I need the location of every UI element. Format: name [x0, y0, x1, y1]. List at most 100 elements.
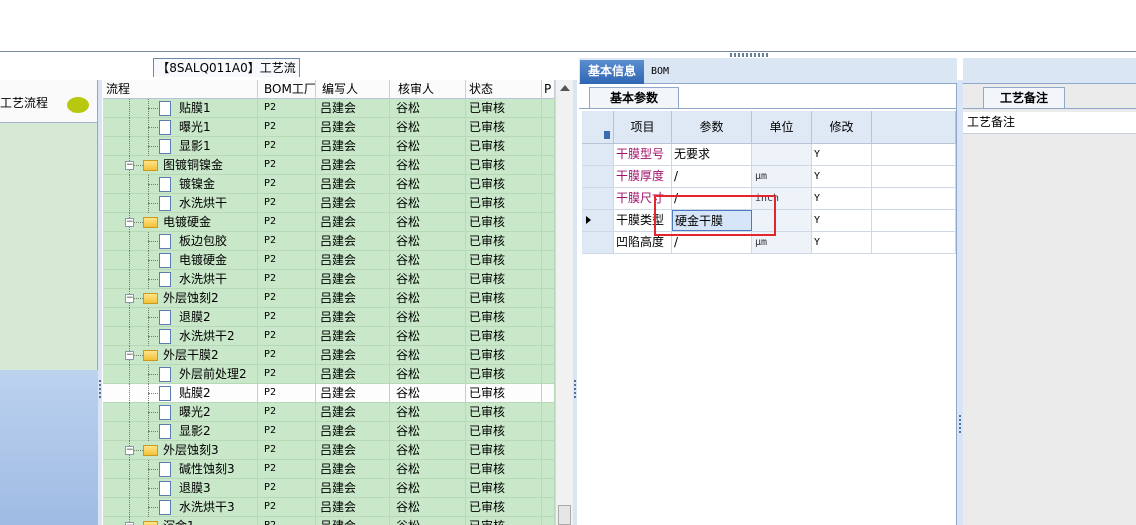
table-row[interactable]: 贴膜1 P2 吕建会 谷松 已审核 — [103, 99, 555, 118]
scroll-thumb[interactable] — [558, 505, 571, 525]
splitter-left[interactable] — [98, 80, 102, 525]
collapse-icon[interactable]: − — [125, 218, 134, 227]
col-header-item[interactable]: 项目 — [614, 111, 672, 143]
table-row[interactable]: 碱性蚀刻3 P2 吕建会 谷松 已审核 — [103, 460, 555, 479]
tree-cell[interactable]: −沉金1 — [103, 517, 258, 525]
tree-cell[interactable]: 曝光1 — [103, 118, 258, 137]
param-item-cell[interactable]: 干膜厚度 — [614, 166, 672, 187]
tree-cell[interactable]: 退膜2 — [103, 308, 258, 327]
tree-guide — [148, 507, 158, 508]
param-unit-cell[interactable]: μm — [752, 166, 812, 187]
tree-cell[interactable]: − 电镀硬金 — [103, 213, 258, 232]
param-modify-cell[interactable]: Y — [812, 232, 872, 253]
tree-cell[interactable]: 碱性蚀刻3 — [103, 460, 258, 479]
table-row[interactable]: − 外层蚀刻2 P2 吕建会 谷松 已审核 — [103, 289, 555, 308]
table-row[interactable]: 显影2 P2 吕建会 谷松 已审核 — [103, 422, 555, 441]
params-corner[interactable] — [582, 111, 614, 143]
reviewer-cell: 谷松 — [390, 194, 466, 213]
tree-cell[interactable]: 曝光2 — [103, 403, 258, 422]
tree-cell[interactable]: − 外层蚀刻2 — [103, 289, 258, 308]
tree-cell[interactable]: 水洗烘干 — [103, 194, 258, 213]
col-header-bom-factory[interactable]: BOM工厂 — [258, 80, 316, 99]
table-row[interactable]: − 外层蚀刻3 P2 吕建会 谷松 已审核 — [103, 441, 555, 460]
tree-cell[interactable]: 镀镍金 — [103, 175, 258, 194]
tree-cell[interactable]: 贴膜2 — [103, 384, 258, 403]
splitter-center[interactable] — [573, 80, 577, 525]
row-header[interactable] — [582, 232, 614, 253]
col-header-reviewer[interactable]: 核审人 — [390, 80, 466, 99]
tree-cell[interactable]: 板边包胶 — [103, 232, 258, 251]
param-modify-cell[interactable]: Y — [812, 210, 872, 231]
tab-basic-info[interactable]: 基本信息 — [580, 60, 644, 84]
table-row[interactable]: 曝光2 P2 吕建会 谷松 已审核 — [103, 403, 555, 422]
tab-process-notes[interactable]: 工艺备注 — [983, 87, 1065, 108]
p-cell — [542, 213, 555, 232]
col-header-author[interactable]: 编写人 — [316, 80, 390, 99]
col-header-p[interactable]: P — [542, 80, 555, 99]
tree-cell[interactable]: − 外层干膜2 — [103, 346, 258, 365]
table-row[interactable]: 电镀硬金 P2 吕建会 谷松 已审核 — [103, 251, 555, 270]
table-row[interactable]: 退膜3 P2 吕建会 谷松 已审核 — [103, 479, 555, 498]
table-row[interactable]: 显影1 P2 吕建会 谷松 已审核 — [103, 137, 555, 156]
tree-cell[interactable]: 水洗烘干2 — [103, 327, 258, 346]
collapse-icon[interactable]: − — [125, 351, 134, 360]
table-row[interactable]: 外层前处理2 P2 吕建会 谷松 已审核 — [103, 365, 555, 384]
tree-cell[interactable]: 显影2 — [103, 422, 258, 441]
comment-bubble-icon[interactable] — [67, 97, 89, 113]
tree-cell[interactable]: 显影1 — [103, 137, 258, 156]
param-value-cell[interactable]: 无要求 — [672, 144, 752, 165]
tree-cell[interactable]: 退膜3 — [103, 479, 258, 498]
p-cell — [542, 403, 555, 422]
table-row[interactable]: −沉金1P2吕建会谷松已审核 — [103, 517, 555, 525]
left-nav-header[interactable]: 工艺流程 — [0, 80, 97, 123]
tree-cell[interactable]: 水洗烘干3 — [103, 498, 258, 517]
process-grid-scrollbar[interactable] — [555, 80, 573, 525]
collapse-icon[interactable]: − — [125, 446, 134, 455]
table-row[interactable]: 退膜2 P2 吕建会 谷松 已审核 — [103, 308, 555, 327]
tree-cell[interactable]: − 图镀铜镍金 — [103, 156, 258, 175]
collapse-icon[interactable]: − — [125, 294, 134, 303]
param-modify-cell[interactable]: Y — [812, 144, 872, 165]
reviewer-cell: 谷松 — [390, 403, 466, 422]
params-row[interactable]: 干膜型号 无要求 Y — [582, 144, 956, 166]
col-header-flow[interactable]: 流程 — [103, 80, 258, 99]
splitter-grip[interactable] — [730, 53, 768, 57]
tree-cell[interactable]: 外层前处理2 — [103, 365, 258, 384]
table-row[interactable]: 贴膜2 P2 吕建会 谷松 已审核 — [103, 384, 555, 403]
row-header[interactable] — [582, 210, 614, 231]
col-header-status[interactable]: 状态 — [466, 80, 542, 99]
table-row[interactable]: 镀镍金 P2 吕建会 谷松 已审核 — [103, 175, 555, 194]
col-header-modify[interactable]: 修改 — [812, 111, 872, 143]
status-cell: 已审核 — [466, 270, 542, 289]
collapse-icon[interactable]: − — [125, 161, 134, 170]
param-modify-cell[interactable]: Y — [812, 166, 872, 187]
row-header[interactable] — [582, 144, 614, 165]
col-header-param[interactable]: 参数 — [672, 111, 752, 143]
params-row[interactable]: 干膜厚度 / μm Y — [582, 166, 956, 188]
document-icon — [159, 500, 171, 515]
row-header[interactable] — [582, 166, 614, 187]
table-row[interactable]: 曝光1 P2 吕建会 谷松 已审核 — [103, 118, 555, 137]
param-value-cell[interactable]: / — [672, 166, 752, 187]
table-row[interactable]: − 图镀铜镍金 P2 吕建会 谷松 已审核 — [103, 156, 555, 175]
table-row[interactable]: 板边包胶 P2 吕建会 谷松 已审核 — [103, 232, 555, 251]
tab-bom[interactable]: BOM — [651, 62, 681, 82]
table-row[interactable]: 水洗烘干3 P2 吕建会 谷松 已审核 — [103, 498, 555, 517]
col-header-unit[interactable]: 单位 — [752, 111, 812, 143]
tree-cell[interactable]: − 外层蚀刻3 — [103, 441, 258, 460]
subtab-divider — [579, 108, 957, 109]
param-item-cell[interactable]: 干膜型号 — [614, 144, 672, 165]
scroll-up-arrow-icon[interactable] — [560, 85, 570, 91]
table-row[interactable]: 水洗烘干 P2 吕建会 谷松 已审核 — [103, 194, 555, 213]
table-row[interactable]: 水洗烘干2 P2 吕建会 谷松 已审核 — [103, 327, 555, 346]
table-row[interactable]: − 电镀硬金 P2 吕建会 谷松 已审核 — [103, 213, 555, 232]
tree-cell[interactable]: 电镀硬金 — [103, 251, 258, 270]
tree-cell[interactable]: 水洗烘干 — [103, 270, 258, 289]
param-unit-cell[interactable] — [752, 144, 812, 165]
tree-cell[interactable]: 贴膜1 — [103, 99, 258, 118]
row-header[interactable] — [582, 188, 614, 209]
table-row[interactable]: 水洗烘干 P2 吕建会 谷松 已审核 — [103, 270, 555, 289]
param-modify-cell[interactable]: Y — [812, 188, 872, 209]
table-row[interactable]: − 外层干膜2 P2 吕建会 谷松 已审核 — [103, 346, 555, 365]
tab-basic-params[interactable]: 基本参数 — [589, 87, 679, 108]
